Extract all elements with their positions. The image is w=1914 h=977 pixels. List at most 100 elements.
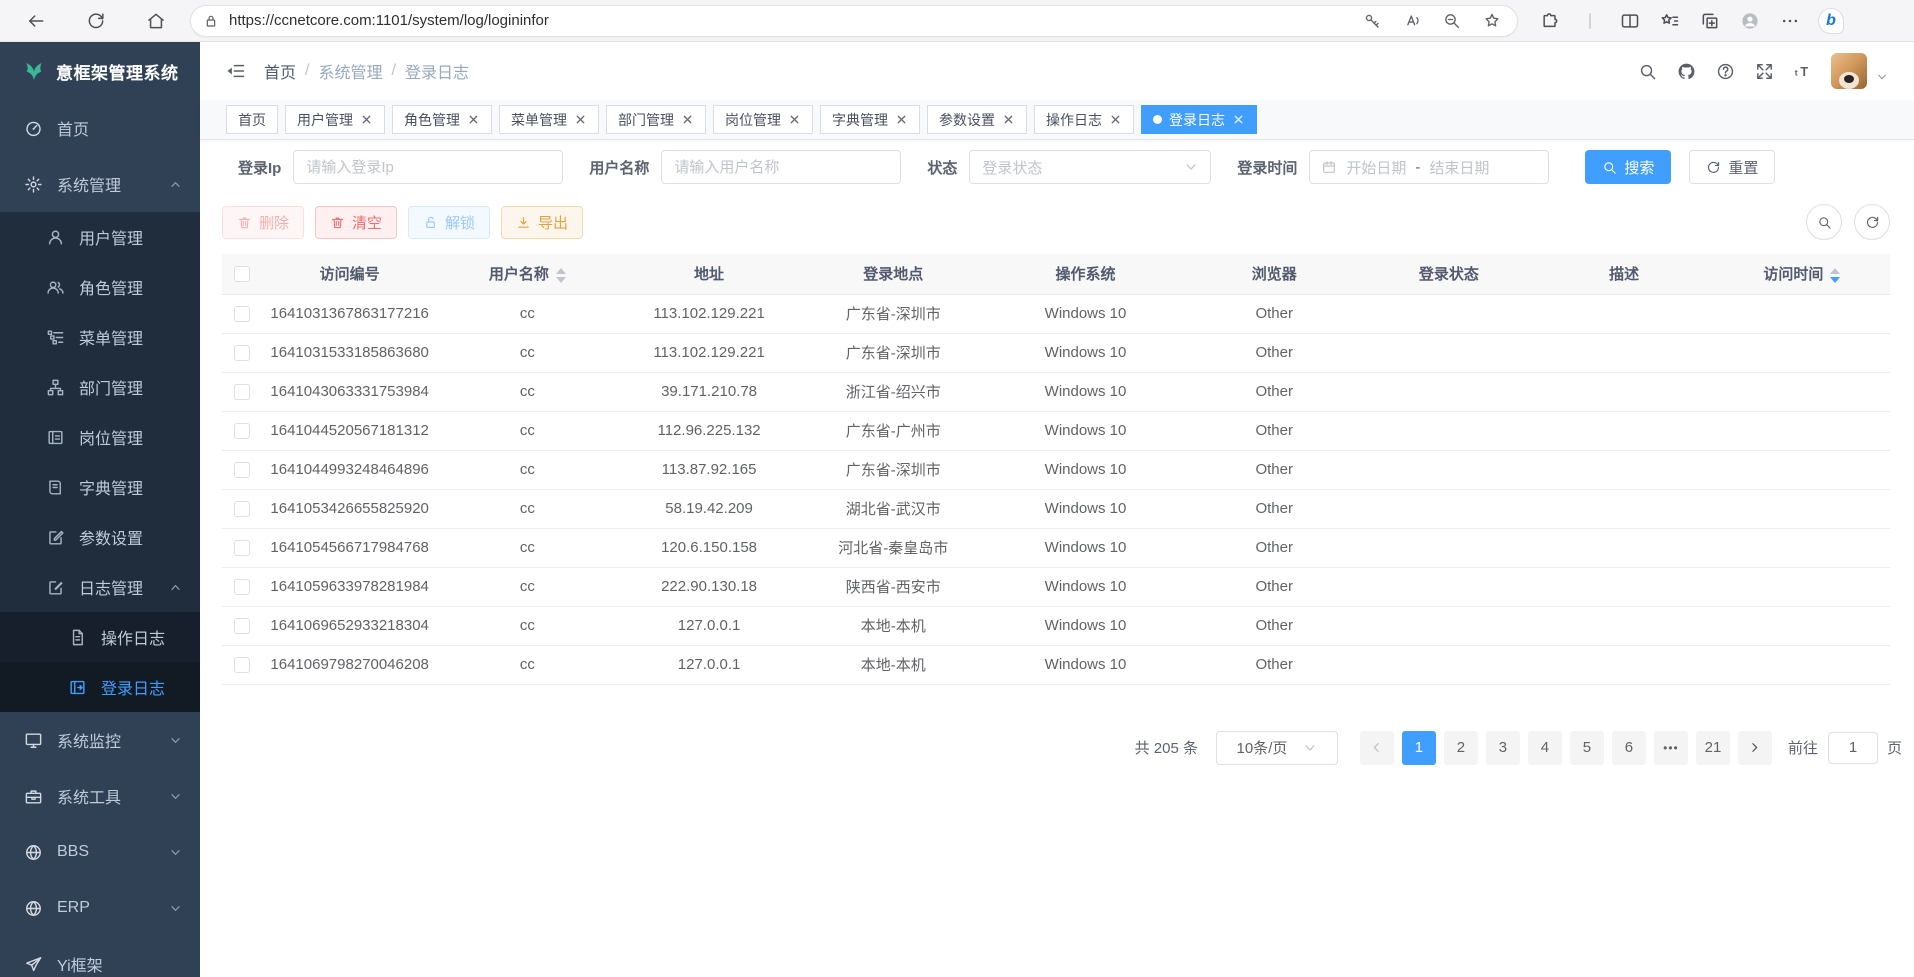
page-button[interactable]: ••• xyxy=(1654,731,1688,765)
user-avatar[interactable] xyxy=(1831,53,1867,89)
font-size-icon[interactable]: tT xyxy=(1794,62,1813,81)
page-button[interactable]: 5 xyxy=(1570,731,1604,765)
more-icon[interactable] xyxy=(1780,11,1800,31)
fullscreen-icon[interactable] xyxy=(1755,62,1774,81)
page-button[interactable]: 3 xyxy=(1486,731,1520,765)
select-all-checkbox[interactable] xyxy=(234,266,250,282)
sort-icon[interactable] xyxy=(556,268,566,283)
row-checkbox[interactable] xyxy=(234,579,250,595)
sidebar-item[interactable]: BBS xyxy=(0,824,200,880)
column-header[interactable]: 登录地点 xyxy=(801,254,986,294)
select-all-header[interactable] xyxy=(222,254,262,294)
sort-icon[interactable] xyxy=(1830,268,1840,283)
tab[interactable]: 角色管理 xyxy=(392,105,492,134)
row-checkbox[interactable] xyxy=(234,657,250,673)
column-header[interactable]: 描述 xyxy=(1535,254,1714,294)
close-icon[interactable] xyxy=(1232,113,1245,126)
refresh-icon[interactable] xyxy=(86,11,106,31)
sidebar-item[interactable]: 系统管理 xyxy=(0,156,200,212)
ip-input[interactable] xyxy=(293,150,563,184)
sidebar-item[interactable]: 操作日志 xyxy=(0,612,200,662)
address-bar[interactable]: https://ccnetcore.com:1101/system/log/lo… xyxy=(190,5,1518,37)
sidebar-item[interactable]: 菜单管理 xyxy=(0,312,200,362)
breadcrumb-item[interactable]: 首页 / xyxy=(264,59,318,83)
column-header[interactable]: 访问时间 xyxy=(1714,254,1890,294)
page-button[interactable]: 2 xyxy=(1444,731,1478,765)
sidebar-item[interactable]: 日志管理 xyxy=(0,562,200,612)
reset-button[interactable]: 重置 xyxy=(1689,150,1775,184)
breadcrumb-item[interactable]: 系统管理 / xyxy=(318,59,404,83)
sidebar-item[interactable]: 字典管理 xyxy=(0,462,200,512)
sidebar-item[interactable]: 首页 xyxy=(0,100,200,156)
tab[interactable]: 字典管理 xyxy=(820,105,920,134)
split-screen-icon[interactable] xyxy=(1620,11,1640,31)
sidebar-item[interactable]: 登录日志 xyxy=(0,662,200,712)
tab[interactable]: 操作日志 xyxy=(1034,105,1134,134)
date-range-picker[interactable]: 开始日期 - 结束日期 xyxy=(1309,150,1549,184)
row-checkbox[interactable] xyxy=(234,501,250,517)
tab[interactable]: 用户管理 xyxy=(285,105,385,134)
page-button[interactable]: 6 xyxy=(1612,731,1646,765)
favorites-icon[interactable] xyxy=(1660,11,1680,31)
sidebar-item[interactable]: 用户管理 xyxy=(0,212,200,262)
row-checkbox[interactable] xyxy=(234,384,250,400)
column-header[interactable]: 浏览器 xyxy=(1185,254,1363,294)
favorite-add-icon[interactable] xyxy=(1483,12,1501,30)
close-icon[interactable] xyxy=(1002,113,1015,126)
row-checkbox[interactable] xyxy=(234,423,250,439)
column-header[interactable]: 操作系统 xyxy=(986,254,1185,294)
close-icon[interactable] xyxy=(574,113,587,126)
row-checkbox[interactable] xyxy=(234,540,250,556)
collections-icon[interactable] xyxy=(1700,11,1720,31)
help-icon[interactable] xyxy=(1716,62,1735,81)
toolbar-button[interactable]: 解锁 xyxy=(408,206,490,239)
column-header[interactable]: 登录状态 xyxy=(1363,254,1534,294)
toolbar-button[interactable]: 清空 xyxy=(315,206,397,239)
extensions-icon[interactable] xyxy=(1540,11,1560,31)
sidebar-item[interactable]: 部门管理 xyxy=(0,362,200,412)
tab[interactable]: 部门管理 xyxy=(606,105,706,134)
toolbar-button[interactable]: 导出 xyxy=(501,206,583,239)
toolbar-button[interactable]: 删除 xyxy=(222,206,304,239)
home-icon[interactable] xyxy=(146,11,166,31)
sidebar-item[interactable]: 角色管理 xyxy=(0,262,200,312)
close-icon[interactable] xyxy=(895,113,908,126)
search-icon[interactable] xyxy=(1638,62,1657,81)
close-icon[interactable] xyxy=(1109,113,1122,126)
tab[interactable]: 首页 xyxy=(226,105,278,134)
column-header[interactable]: 用户名称 xyxy=(437,254,617,294)
read-aloud-icon[interactable] xyxy=(1403,12,1421,30)
key-icon[interactable] xyxy=(1363,12,1381,30)
column-header[interactable]: 地址 xyxy=(617,254,800,294)
row-checkbox[interactable] xyxy=(234,306,250,322)
username-input[interactable] xyxy=(661,150,901,184)
sidebar-item[interactable]: 系统监控 xyxy=(0,712,200,768)
tab[interactable]: 菜单管理 xyxy=(499,105,599,134)
column-header[interactable]: 访问编号 xyxy=(262,254,437,294)
sidebar-item[interactable]: 岗位管理 xyxy=(0,412,200,462)
profile-icon[interactable] xyxy=(1740,11,1760,31)
close-icon[interactable] xyxy=(788,113,801,126)
page-button[interactable]: 4 xyxy=(1528,731,1562,765)
close-icon[interactable] xyxy=(360,113,373,126)
tab[interactable]: 岗位管理 xyxy=(713,105,813,134)
prev-page-button[interactable] xyxy=(1360,731,1394,765)
next-page-button[interactable] xyxy=(1738,731,1772,765)
page-size-select[interactable]: 10条/页 xyxy=(1216,731,1338,765)
zoom-out-icon[interactable] xyxy=(1443,12,1461,30)
page-button[interactable]: 21 xyxy=(1696,731,1730,765)
copilot-icon[interactable]: b xyxy=(1818,8,1844,34)
avatar-caret-icon[interactable] xyxy=(1876,71,1888,83)
sidebar-item[interactable]: 系统工具 xyxy=(0,768,200,824)
tab[interactable]: 登录日志 xyxy=(1141,105,1257,134)
sidebar-item[interactable]: ERP xyxy=(0,880,200,936)
tab[interactable]: 参数设置 xyxy=(927,105,1027,134)
sidebar-item[interactable]: 参数设置 xyxy=(0,512,200,562)
page-button[interactable]: 1 xyxy=(1402,731,1436,765)
status-select[interactable]: 登录状态 xyxy=(969,150,1211,184)
back-icon[interactable] xyxy=(26,11,46,31)
close-icon[interactable] xyxy=(467,113,480,126)
row-checkbox[interactable] xyxy=(234,345,250,361)
search-button[interactable]: 搜索 xyxy=(1585,150,1671,184)
goto-page-input[interactable] xyxy=(1828,732,1878,764)
